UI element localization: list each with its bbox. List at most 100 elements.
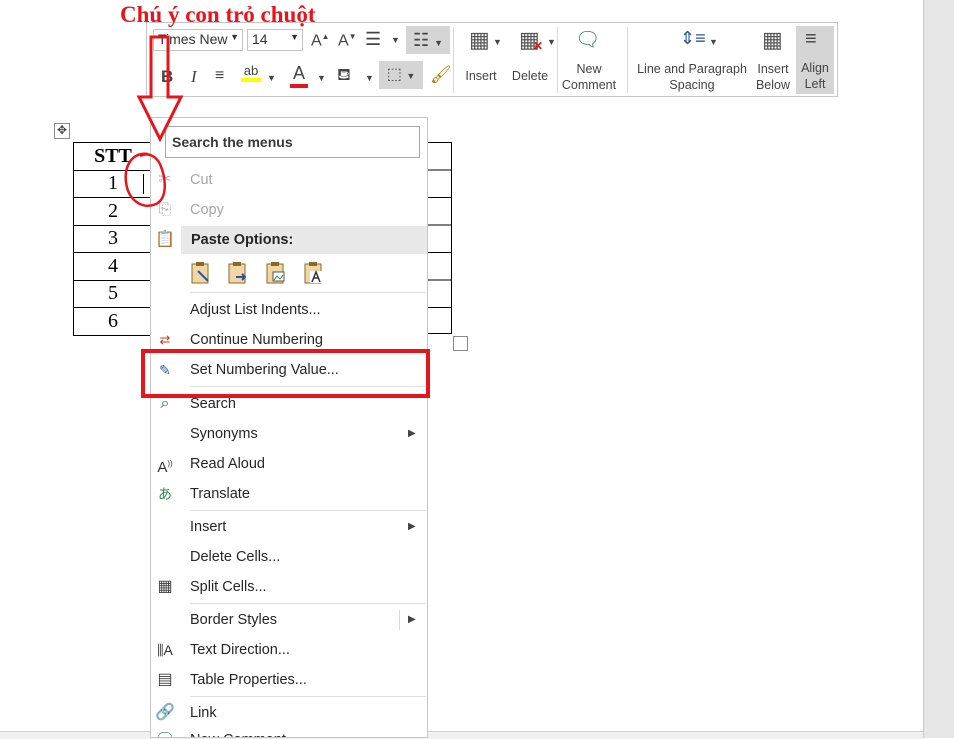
menu-item-label: Translate <box>190 486 250 502</box>
annotation-circle <box>124 152 166 207</box>
menu-item-label: Synonyms <box>190 426 258 442</box>
menu-divider <box>190 603 426 604</box>
center-align-icon[interactable]: ≡ <box>215 67 224 85</box>
chevron-right-icon: ▶ <box>408 521 416 532</box>
font-size-value: 14 <box>252 31 268 47</box>
table-cell[interactable]: 5 <box>73 279 153 308</box>
table-cell[interactable]: 6 <box>73 307 153 336</box>
insert-button-label[interactable]: Insert <box>461 68 501 84</box>
line-spacing-button-label[interactable]: Line and Paragraph Spacing <box>633 61 751 93</box>
menu-item-adjust-list-indents[interactable]: Adjust List Indents... <box>151 296 427 324</box>
table-move-handle[interactable]: ✥ <box>54 123 70 139</box>
toolbar-divider <box>627 27 628 93</box>
align-left-line2: Left <box>804 77 826 91</box>
insert-below-icon[interactable]: ▦ <box>762 27 783 53</box>
chevron-down-icon[interactable]: ▼ <box>317 73 326 83</box>
menu-item-insert[interactable]: Insert ▶ <box>151 513 427 541</box>
chevron-down-icon[interactable]: ▼ <box>365 73 374 83</box>
chevron-down-icon[interactable]: ▼ <box>391 35 400 45</box>
chevron-down-icon: ▼ <box>547 37 556 47</box>
annotation-highlight-box <box>141 349 430 398</box>
align-left-line1: Align <box>801 61 829 75</box>
menu-item-label: Delete Cells... <box>190 549 281 565</box>
table-cell[interactable]: 4 <box>73 252 153 281</box>
continue-numbering-icon: ⇄ <box>159 332 171 347</box>
paste-merge-formatting-icon[interactable] <box>227 261 249 285</box>
new-comment-line1: New <box>576 62 602 76</box>
new-comment-icon[interactable]: 🗨 <box>575 27 600 52</box>
new-comment-button-label[interactable]: New Comment <box>557 61 621 93</box>
menu-item-split-divider <box>399 610 400 630</box>
new-comment-line2: Comment <box>561 78 617 92</box>
insert-below-line1: Insert <box>757 62 789 76</box>
highlight-icon[interactable]: ab <box>241 63 261 82</box>
menu-item-label: Table Properties... <box>190 672 307 688</box>
menu-item-cut[interactable]: ✂ Cut <box>151 166 427 194</box>
menu-item-table-properties[interactable]: ▤ Table Properties... <box>151 666 427 694</box>
menu-item-read-aloud[interactable]: A)) Read Aloud <box>151 450 427 478</box>
chevron-right-icon: ▶ <box>408 428 416 439</box>
menu-item-new-comment[interactable]: 🗨 New Comment <box>151 726 427 737</box>
menu-item-split-cells[interactable]: ▦ Split Cells... <box>151 573 427 601</box>
align-left-icon: ≡ <box>805 28 817 50</box>
insert-table-icon[interactable]: ▦ <box>469 27 490 53</box>
borders-icon[interactable]: ⬚ ▼ <box>379 61 423 89</box>
paste-picture-icon[interactable] <box>265 261 287 285</box>
split-cells-icon: ▦ <box>157 578 173 595</box>
text-direction-icon: ⫼A <box>157 642 173 658</box>
paste-text-only-icon[interactable] <box>303 261 325 285</box>
chevron-down-icon: ▼ <box>709 37 718 47</box>
font-color-icon[interactable]: A <box>290 63 308 88</box>
grow-font-icon[interactable]: A▲ <box>311 32 330 50</box>
menu-item-text-direction[interactable]: ⫼A Text Direction... <box>151 636 427 664</box>
menu-item-delete-cells[interactable]: Delete Cells... <box>151 543 427 571</box>
link-icon: 🔗 <box>155 704 175 721</box>
menu-item-border-styles[interactable]: Border Styles ▶ <box>151 606 427 634</box>
context-menu: Search the menus ✂ Cut ⎘ Copy 📋 Paste Op… <box>150 117 428 738</box>
align-left-button[interactable]: ≡ Align Left <box>796 26 834 94</box>
paste-options-header: Paste Options: <box>181 226 427 254</box>
menu-item-label: Link <box>190 705 217 721</box>
shading-icon[interactable]: ⛾ <box>337 65 351 87</box>
menu-item-translate[interactable]: あ Translate <box>151 480 427 508</box>
line-spacing-icon[interactable]: ⇕≡ <box>680 28 706 49</box>
format-painter-icon[interactable]: 🖌 <box>430 65 452 85</box>
menu-item-label: New Comment <box>190 726 286 737</box>
menu-item-label: Border Styles <box>190 612 278 628</box>
new-comment-icon: 🗨 <box>155 730 175 737</box>
annotation-title: Chú ý con trỏ chuột <box>120 2 316 27</box>
chevron-down-icon: ▼ <box>290 32 299 42</box>
table-properties-icon: ▤ <box>157 671 173 688</box>
read-aloud-icon: A)) <box>157 459 173 476</box>
insert-below-button-label[interactable]: Insert Below <box>753 61 793 93</box>
clipboard-icon: 📋 <box>155 231 175 248</box>
chevron-down-icon[interactable]: ▼ <box>267 73 276 83</box>
shrink-font-icon[interactable]: A▼ <box>338 32 357 50</box>
table-cell[interactable]: 3 <box>73 224 153 253</box>
delete-button-label[interactable]: Delete <box>508 68 552 84</box>
translate-icon: あ <box>158 486 172 502</box>
menu-divider <box>190 292 426 293</box>
chevron-down-icon: ▼ <box>493 37 502 47</box>
line-spacing-line1: Line and Paragraph <box>637 62 747 76</box>
menu-item-synonyms[interactable]: Synonyms ▶ <box>151 420 427 448</box>
menu-item-label: Split Cells... <box>190 579 267 595</box>
chevron-down-icon: ▼ <box>230 32 239 42</box>
search-menus-input[interactable]: Search the menus <box>165 126 420 158</box>
toolbar-divider <box>453 27 454 93</box>
paste-keep-formatting-icon[interactable] <box>190 261 212 285</box>
italic-icon[interactable]: I <box>191 67 197 87</box>
mini-toolbar: Times New ▼ 14 ▼ A▲ A▼ ☰ ▼ ☷ ▼ B I ≡ ab … <box>146 22 838 97</box>
numbering-icon[interactable]: ☷ ▼ <box>406 26 450 54</box>
font-size-box[interactable]: 14 ▼ <box>247 29 303 51</box>
align-left-button-label: Align Left <box>796 60 834 92</box>
menu-item-link[interactable]: 🔗 Link <box>151 699 427 727</box>
bullets-icon[interactable]: ☰ <box>365 29 381 50</box>
table-resize-handle[interactable] <box>453 336 468 351</box>
table-right-part <box>426 142 452 334</box>
annotation-arrow <box>136 35 184 143</box>
chevron-right-icon: ▶ <box>408 614 416 625</box>
menu-item-copy[interactable]: ⎘ Copy <box>151 196 427 224</box>
menu-divider <box>190 510 426 511</box>
menu-item-label: Copy <box>190 202 224 218</box>
